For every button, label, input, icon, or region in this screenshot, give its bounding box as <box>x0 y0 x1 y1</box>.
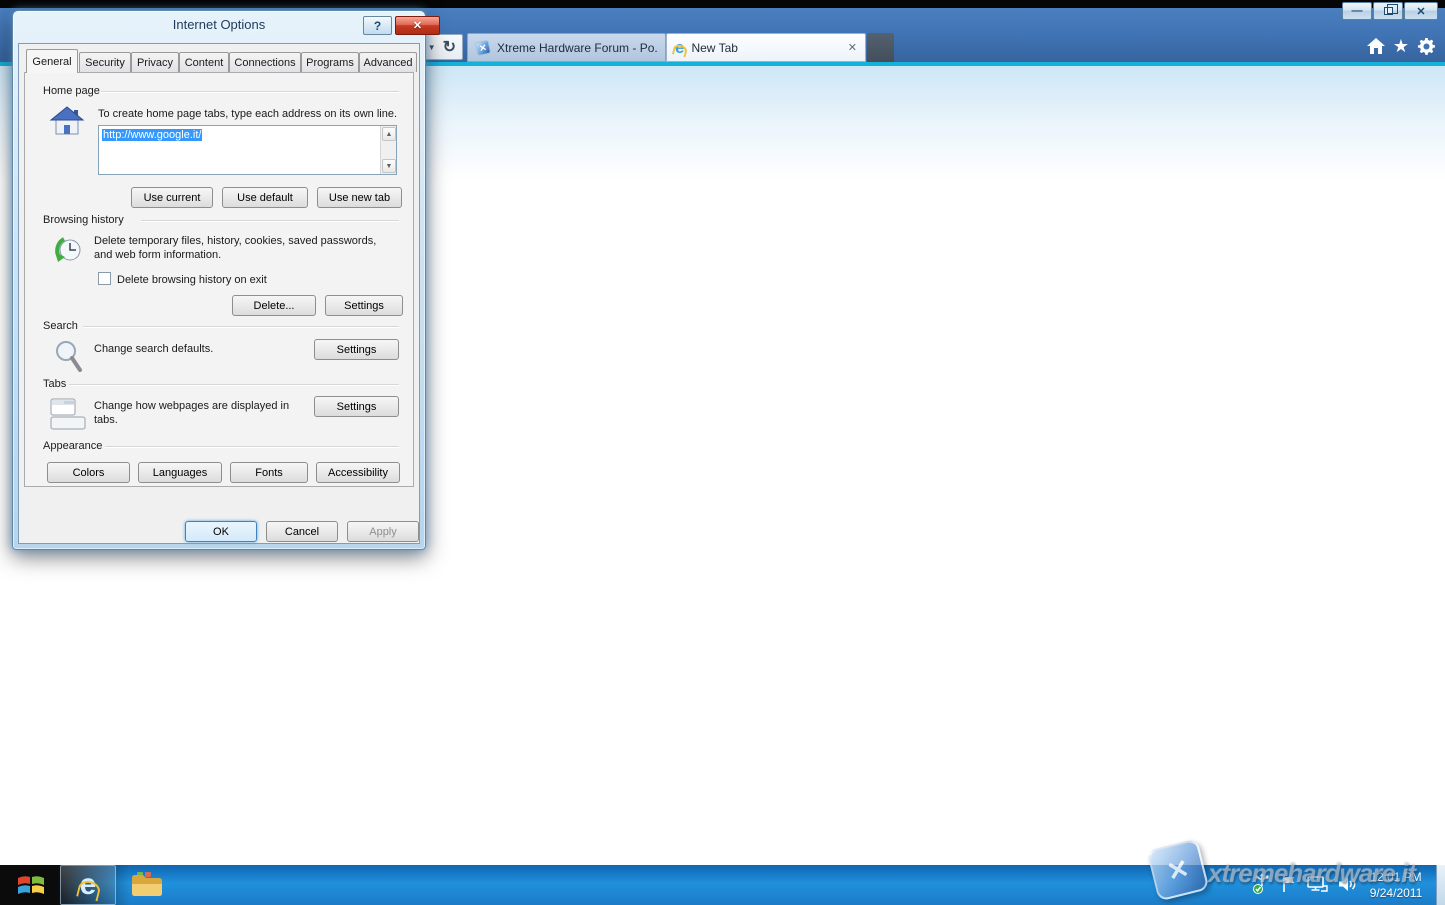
start-button[interactable] <box>6 865 56 905</box>
browsing-history-description: Delete temporary files, history, cookies… <box>94 234 396 262</box>
scroll-down-icon[interactable]: ▼ <box>382 159 396 173</box>
home-icon-dialog <box>49 105 85 140</box>
home-page-instruction: To create home page tabs, type each addr… <box>98 107 404 121</box>
search-section-label: Search <box>43 320 78 332</box>
dialog-tab-general[interactable]: General <box>26 49 78 73</box>
browser-tab-new-tab[interactable]: e New Tab ✕ <box>666 33 866 62</box>
home-page-address-textarea[interactable]: http://www.google.it/ ▲ ▼ <box>98 125 397 175</box>
address-dropdown-icon[interactable]: ▼ <box>428 43 436 52</box>
restore-icon <box>1384 7 1393 15</box>
section-divider <box>105 446 399 447</box>
colors-button[interactable]: Colors <box>47 462 130 483</box>
minimize-icon: — <box>1352 5 1363 17</box>
clock-date: 9/24/2011 <box>1361 885 1431 901</box>
ie-icon: e <box>80 870 97 900</box>
close-icon: ✕ <box>1416 5 1425 18</box>
dialog-help-button[interactable]: ? <box>363 16 392 35</box>
history-clock-icon <box>51 233 85 270</box>
dialog-body: General Security Privacy Content Connect… <box>18 43 420 544</box>
cancel-button[interactable]: Cancel <box>266 521 338 542</box>
window-restore-button[interactable] <box>1373 2 1403 20</box>
tab-title: Xtreme Hardware Forum - Po... <box>497 41 657 55</box>
section-divider <box>83 326 399 327</box>
help-icon: ? <box>374 19 381 33</box>
textarea-scrollbar[interactable]: ▲ ▼ <box>380 126 396 174</box>
fonts-button[interactable]: Fonts <box>230 462 308 483</box>
languages-button[interactable]: Languages <box>138 462 222 483</box>
home-icon[interactable] <box>1364 36 1388 56</box>
ie-icon: e <box>675 39 684 56</box>
tab-close-icon[interactable]: ✕ <box>848 41 857 54</box>
taskbar-explorer-button[interactable] <box>120 865 174 905</box>
dialog-tab-connections[interactable]: Connections <box>229 52 301 72</box>
favorites-star-icon[interactable]: ★ <box>1389 36 1413 56</box>
home-page-section-label: Home page <box>43 85 100 97</box>
taskbar: e <box>0 865 1445 905</box>
tabs-icon <box>50 397 86 433</box>
dialog-tab-security[interactable]: Security <box>79 52 131 72</box>
search-icon <box>53 339 83 376</box>
refresh-icon[interactable]: ↻ <box>443 37 456 57</box>
accessibility-button[interactable]: Accessibility <box>316 462 400 483</box>
delete-button[interactable]: Delete... <box>232 295 316 316</box>
dialog-tab-advanced[interactable]: Advanced <box>359 52 417 72</box>
folder-icon <box>130 871 164 899</box>
network-icon[interactable] <box>1306 874 1328 899</box>
tab-title: New Tab <box>691 41 737 55</box>
scroll-up-icon[interactable]: ▲ <box>382 127 396 141</box>
home-page-address-value: http://www.google.it/ <box>102 129 202 141</box>
section-divider <box>101 91 399 92</box>
search-description: Change search defaults. <box>94 342 213 356</box>
close-icon: ✕ <box>413 19 422 32</box>
section-divider <box>69 384 399 385</box>
delete-history-checkbox-label[interactable]: Delete browsing history on exit <box>117 273 267 287</box>
usb-device-icon[interactable] <box>1252 873 1272 900</box>
tab-favicon: ✕ <box>475 39 492 56</box>
dialog-tab-content[interactable]: Content <box>179 52 229 72</box>
use-new-tab-button[interactable]: Use new tab <box>317 187 402 208</box>
windows-flag-icon <box>16 870 46 900</box>
tools-gear-icon[interactable] <box>1414 36 1438 56</box>
dialog-tab-privacy[interactable]: Privacy <box>131 52 179 72</box>
ok-button[interactable]: OK <box>185 521 257 542</box>
show-desktop-button[interactable] <box>1436 865 1445 905</box>
internet-options-dialog: Internet Options ? ✕ General Security Pr… <box>12 10 426 550</box>
delete-history-checkbox[interactable] <box>98 272 111 285</box>
taskbar-ie-button[interactable]: e <box>60 865 116 905</box>
browser-tab-xtreme-forum[interactable]: ✕ Xtreme Hardware Forum - Po... <box>467 33 666 62</box>
use-current-button[interactable]: Use current <box>131 187 213 208</box>
action-center-flag-icon[interactable] <box>1281 874 1297 899</box>
tabs-section-label: Tabs <box>43 378 66 390</box>
use-default-button[interactable]: Use default <box>222 187 308 208</box>
apply-button[interactable]: Apply <box>347 521 419 542</box>
general-tab-page: Home page To create home page tabs, type… <box>24 72 414 487</box>
clock-time: 12:01 PM <box>1361 869 1431 885</box>
system-tray <box>1252 873 1357 900</box>
browsing-history-section-label: Browsing history <box>43 214 124 226</box>
dialog-close-button[interactable]: ✕ <box>395 16 440 35</box>
dialog-tab-programs[interactable]: Programs <box>301 52 359 72</box>
appearance-section-label: Appearance <box>43 440 102 452</box>
history-settings-button[interactable]: Settings <box>325 295 403 316</box>
search-settings-button[interactable]: Settings <box>314 339 399 360</box>
tabs-description: Change how webpages are displayed in tab… <box>94 399 306 427</box>
window-minimize-button[interactable]: — <box>1342 2 1372 20</box>
window-close-button[interactable]: ✕ <box>1404 2 1438 20</box>
screen-top-strip <box>0 0 1445 8</box>
section-divider <box>141 220 399 221</box>
volume-speaker-icon[interactable] <box>1337 875 1357 898</box>
tabs-settings-button[interactable]: Settings <box>314 396 399 417</box>
taskbar-clock[interactable]: 12:01 PM 9/24/2011 <box>1361 869 1431 901</box>
new-tab-button[interactable] <box>867 33 894 62</box>
